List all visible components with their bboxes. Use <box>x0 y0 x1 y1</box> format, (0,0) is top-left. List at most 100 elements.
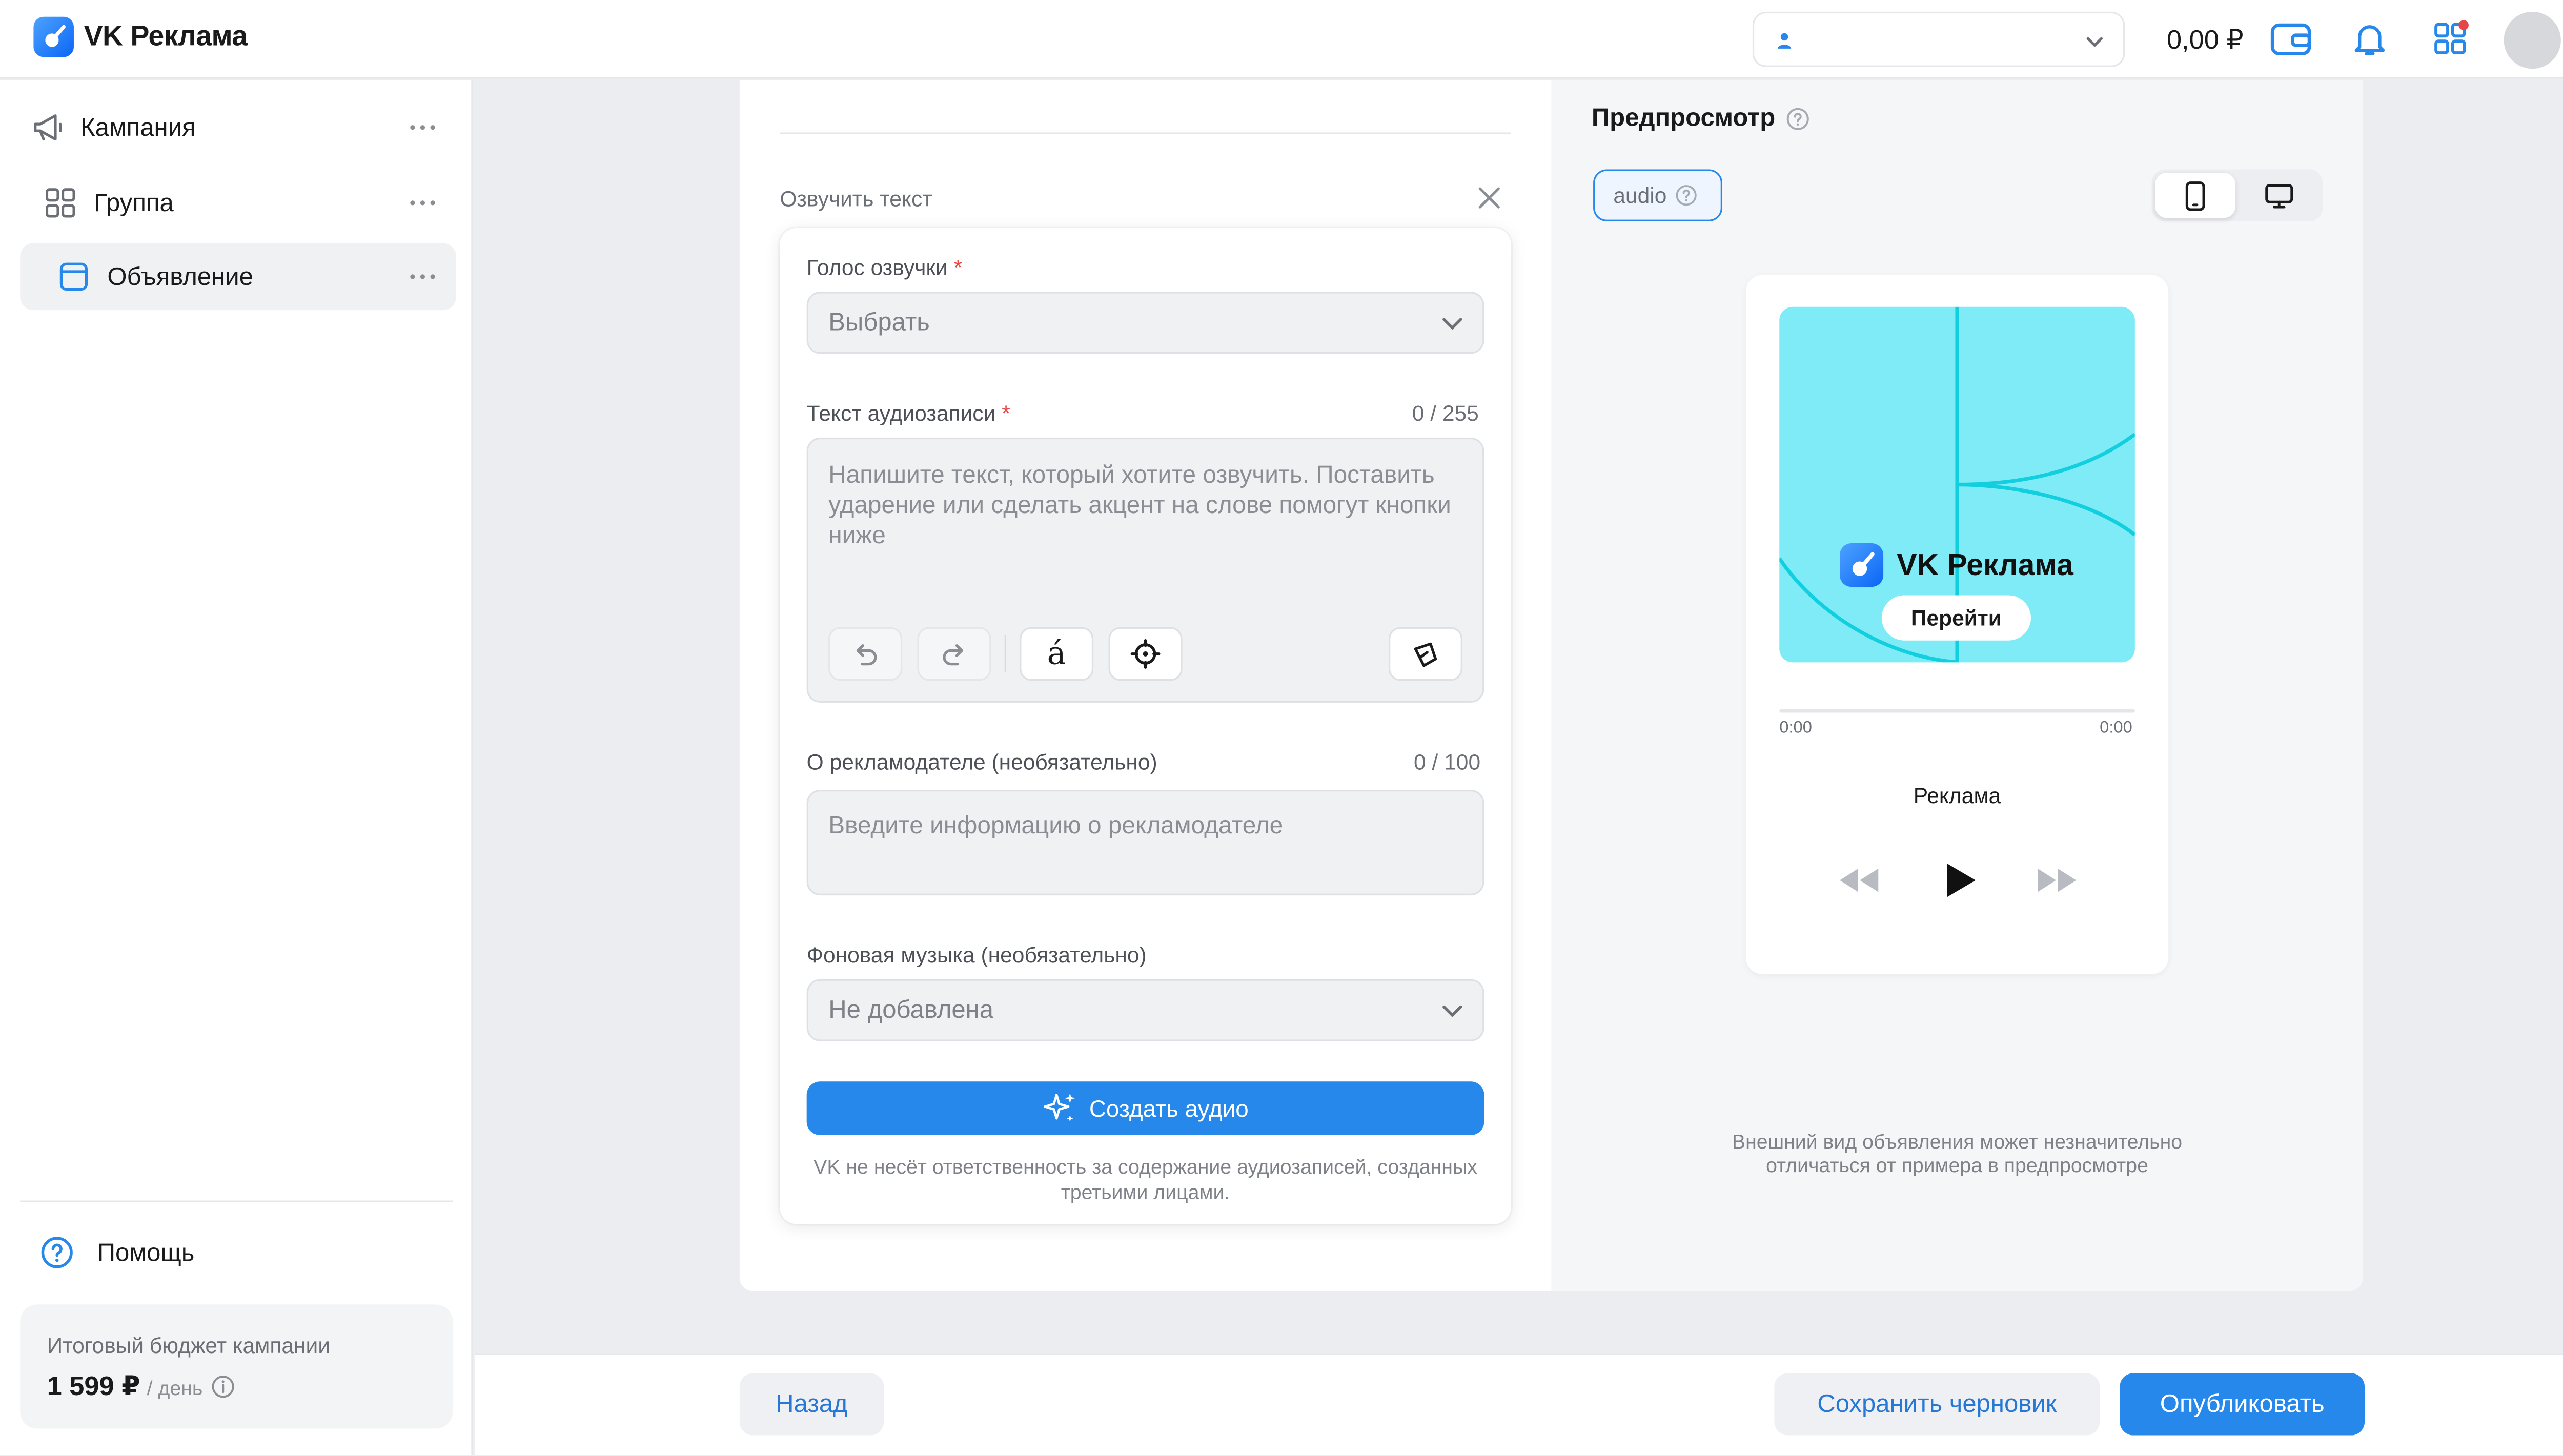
music-select[interactable]: Не добавлена <box>806 979 1484 1041</box>
advertiser-field[interactable]: Введите информацию о рекламодателе <box>806 789 1484 896</box>
more-dots-icon[interactable] <box>409 116 436 139</box>
device-toggle <box>2151 169 2323 221</box>
disclaimer-text: VK не несёт ответственность за содержани… <box>813 1155 1477 1204</box>
voice-select-value: Выбрать <box>828 308 930 337</box>
preview-disclaimer: Внешний вид объявления может незначитель… <box>1732 1130 2183 1177</box>
bell-icon[interactable] <box>2350 18 2390 59</box>
back-button[interactable]: Назад <box>739 1373 884 1436</box>
avatar[interactable] <box>2504 11 2561 69</box>
balance-value: 0,00 ₽ <box>2167 27 2244 55</box>
undo-icon <box>856 644 877 666</box>
help-circle-icon[interactable] <box>1675 184 1697 207</box>
eraser-icon <box>1414 642 1437 667</box>
megaphone-icon <box>34 114 62 141</box>
advertiser-counter: 0 / 100 <box>1414 749 1481 775</box>
budget-summary: Итоговый бюджет кампании 1 599 ₽ / день <box>20 1304 453 1429</box>
publish-button[interactable]: Опубликовать <box>2120 1373 2365 1436</box>
budget-unit: / день <box>147 1377 203 1400</box>
sidebar-item-ad[interactable]: Объявление <box>20 243 456 311</box>
voice-form <box>780 228 1511 1224</box>
save-draft-button[interactable]: Сохранить черновик <box>1774 1373 2100 1436</box>
sidebar-item-label: Кампания <box>80 114 196 143</box>
clear-text-button[interactable] <box>1388 627 1462 681</box>
account-select[interactable] <box>1752 11 2125 67</box>
voice-label: Голос озвучки * <box>807 255 962 280</box>
format-chip-label: audio <box>1613 182 1667 208</box>
ad-brand-name: VK Реклама <box>1897 547 2073 581</box>
apps-grid-icon[interactable] <box>2432 18 2472 59</box>
user-icon <box>1777 33 1792 49</box>
music-label: Фоновая музыка (необязательно) <box>806 942 1147 968</box>
chevron-down-icon <box>2086 37 2103 48</box>
audio-progress-bar[interactable] <box>1779 709 2135 713</box>
grid-icon <box>46 188 75 218</box>
audio-text-counter: 0 / 255 <box>1412 400 1479 426</box>
app-page: VK Реклама 0,00 ₽ Кампания Группа Объявл… <box>0 0 2563 1455</box>
accent-button[interactable]: á <box>1020 627 1094 681</box>
create-audio-button[interactable]: Создать аудио <box>806 1081 1484 1135</box>
smartphone-icon <box>2185 180 2205 210</box>
time-elapsed: 0:00 <box>1779 719 1812 738</box>
fast-forward-icon[interactable] <box>2036 867 2080 893</box>
ad-window-icon <box>59 262 88 291</box>
redo-icon <box>943 644 963 666</box>
required-mark: * <box>953 255 963 280</box>
format-chip-audio[interactable]: audio <box>1593 169 1723 221</box>
close-icon[interactable] <box>1477 186 1501 210</box>
sidebar: Кампания Группа Объявление Помощь Итогов… <box>0 80 473 1455</box>
app-logo[interactable]: VK Реклама <box>33 16 248 57</box>
required-mark: * <box>1002 400 1010 426</box>
chevron-down-icon <box>1442 1005 1462 1017</box>
help-label: Помощь <box>97 1238 195 1267</box>
divider <box>780 132 1511 134</box>
voice-select[interactable]: Выбрать <box>806 292 1484 354</box>
help-circle-icon[interactable] <box>1785 107 1809 130</box>
divider <box>20 1200 453 1202</box>
help-link[interactable]: Помощь <box>40 1236 195 1269</box>
vk-ads-logo-icon <box>1840 543 1884 587</box>
top-bar: VK Реклама 0,00 ₽ <box>0 0 2563 79</box>
voice-section-title: Озвучить текст <box>780 186 932 212</box>
audio-text-label: Текст аудиозаписи * <box>807 401 1010 426</box>
app-title: VK Реклама <box>84 20 248 52</box>
preview-title-text: Предпросмотр <box>1591 104 1776 133</box>
audio-text-placeholder: Напишите текст, который хотите озвучить.… <box>828 462 1451 550</box>
ad-cover-art: VK Реклама Перейти <box>1779 306 2135 663</box>
advertiser-label: О рекламодателе (необязательно) <box>806 749 1157 775</box>
help-circle-icon <box>41 1237 73 1268</box>
time-total: 0:00 <box>2100 719 2132 738</box>
sparkle-icon <box>1044 1093 1076 1122</box>
ad-brand: VK Реклама <box>1840 543 2073 587</box>
sidebar-item-label: Группа <box>94 189 174 218</box>
rewind-icon[interactable] <box>1836 867 1880 893</box>
chevron-down-icon <box>1442 318 1462 330</box>
undo-button[interactable] <box>828 627 903 681</box>
sidebar-item-label: Объявление <box>107 263 253 292</box>
more-dots-icon[interactable] <box>409 265 436 289</box>
vk-ads-logo-icon <box>33 16 74 57</box>
music-select-value: Не добавлена <box>828 996 994 1024</box>
mobile-view-button[interactable] <box>2155 172 2236 218</box>
voice-label-text: Голос озвучки <box>806 255 948 280</box>
budget-value: 1 599 ₽ <box>47 1373 140 1402</box>
more-dots-icon[interactable] <box>409 191 436 215</box>
info-icon[interactable] <box>211 1375 235 1399</box>
create-audio-label: Создать аудио <box>1089 1095 1249 1122</box>
preview-title: Предпросмотр <box>1591 104 1809 133</box>
wallet-icon[interactable] <box>2269 18 2313 59</box>
crosshair-icon <box>1130 639 1161 669</box>
emphasis-button[interactable] <box>1108 627 1183 681</box>
audio-text-label-text: Текст аудиозаписи <box>806 400 996 426</box>
sidebar-item-campaign[interactable]: Кампания <box>20 94 456 161</box>
accent-icon: á <box>1047 634 1066 672</box>
redo-button[interactable] <box>917 627 991 681</box>
budget-label: Итоговый бюджет кампании <box>47 1332 331 1359</box>
advertiser-placeholder: Введите информацию о рекламодателе <box>828 813 1284 840</box>
monitor-icon <box>2265 183 2293 208</box>
desktop-view-button[interactable] <box>2239 173 2320 218</box>
play-icon[interactable] <box>1940 860 1981 900</box>
go-button[interactable]: Перейти <box>1881 595 2031 641</box>
toolbar-separator <box>1004 635 1007 672</box>
sidebar-item-group[interactable]: Группа <box>20 169 456 236</box>
track-title: Реклама <box>1913 783 2001 808</box>
